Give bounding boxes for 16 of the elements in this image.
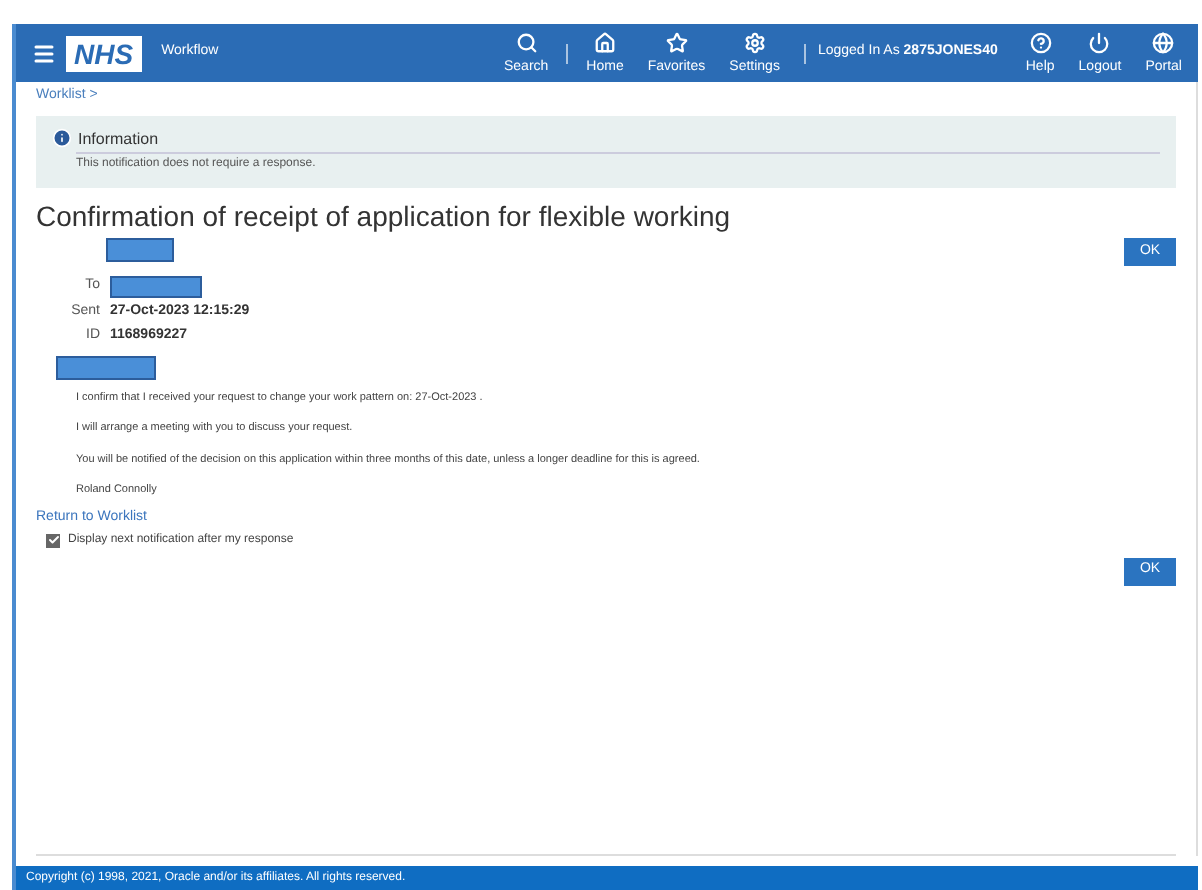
help-icon: [1029, 32, 1052, 54]
settings-icon: [743, 32, 766, 54]
checkbox[interactable]: [46, 533, 60, 547]
info-icon: [52, 127, 72, 147]
redaction-block: [56, 356, 156, 380]
nhs-logo[interactable]: NHS: [66, 35, 142, 71]
info-title: Information: [78, 131, 159, 147]
redaction-block: [110, 276, 202, 298]
star-icon: [665, 32, 688, 54]
power-icon: [1088, 32, 1111, 54]
home-icon: [594, 32, 617, 54]
menu-icon[interactable]: [32, 41, 56, 65]
redaction-block: [106, 238, 174, 262]
globe-icon: [1152, 32, 1175, 54]
search-icon: [515, 32, 538, 54]
page-title: Confirmation of receipt of application for flexible working: [36, 199, 733, 234]
